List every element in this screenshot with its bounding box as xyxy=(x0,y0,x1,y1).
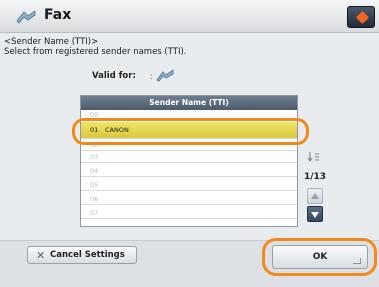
list-item[interactable]: 04 xyxy=(81,166,297,177)
instructions: <Sender Name (TTI)> Select from register… xyxy=(4,37,187,57)
status-monitor-icon xyxy=(355,10,370,25)
sender-name-list: Sender Name (TTI) 00 01 CANON 02 03 04 0… xyxy=(80,95,298,227)
scroll-down-button[interactable] xyxy=(307,206,323,222)
row-number: 05 xyxy=(90,181,99,189)
scroll-up-button[interactable] xyxy=(307,188,323,204)
cancel-settings-label: Cancel Settings xyxy=(50,250,125,260)
page-title: Fax xyxy=(44,7,72,23)
instruction-text: Select from registered sender names (TTI… xyxy=(4,47,187,57)
fax-icon xyxy=(156,69,174,82)
title-bar: Fax xyxy=(0,0,379,33)
row-number: 03 xyxy=(90,153,99,161)
list-item[interactable]: 03 xyxy=(81,152,297,163)
ok-highlight-outline xyxy=(262,238,377,276)
valid-for-colon: : xyxy=(150,71,153,81)
page-indicator: 1/13 xyxy=(304,172,327,182)
instruction-heading: <Sender Name (TTI)> xyxy=(4,37,99,47)
list-item[interactable]: 06 xyxy=(81,194,297,205)
status-monitor-button[interactable] xyxy=(347,6,375,28)
close-icon: ✕ xyxy=(36,249,46,262)
selection-highlight-outline xyxy=(72,118,309,145)
scroll-icon xyxy=(307,152,319,162)
list-header: Sender Name (TTI) xyxy=(81,96,297,110)
list-item[interactable]: 05 xyxy=(81,180,297,191)
fax-icon xyxy=(16,10,36,24)
valid-for-label: Valid for: xyxy=(92,71,136,81)
cancel-settings-button[interactable]: ✕ Cancel Settings xyxy=(27,246,137,264)
row-number: 07 xyxy=(90,209,99,217)
row-number: 04 xyxy=(90,167,99,175)
list-item[interactable]: 07 xyxy=(81,208,297,219)
row-number: 06 xyxy=(90,195,99,203)
fax-settings-screen: Fax <Sender Name (TTI)> Select from regi… xyxy=(0,0,379,287)
